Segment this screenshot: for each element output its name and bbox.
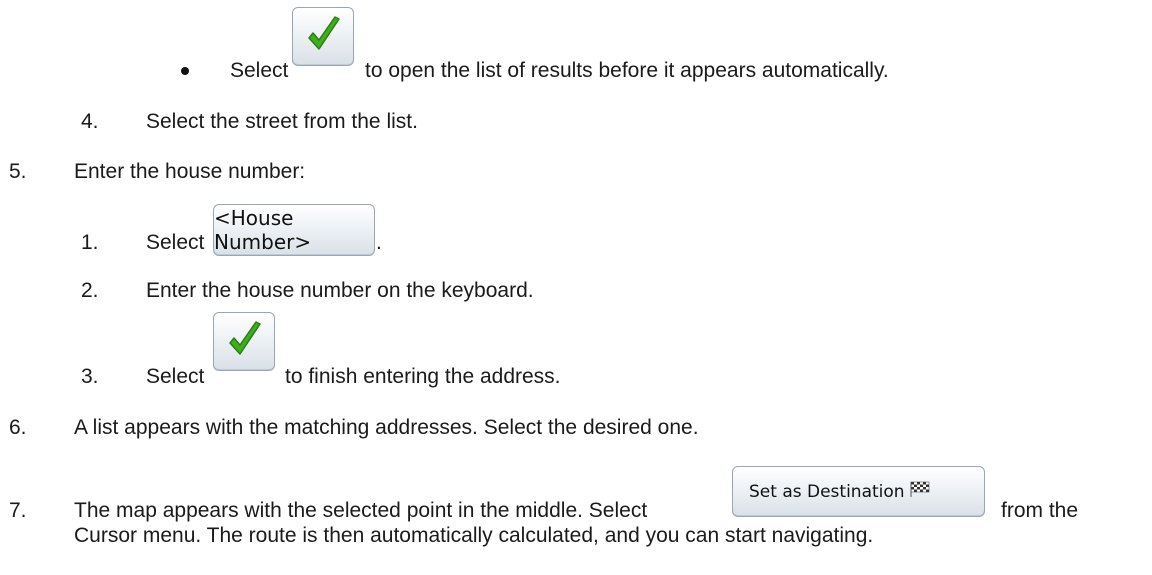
step-4-number: 4. — [81, 110, 99, 133]
house-number-button-image: <House Number> — [213, 204, 375, 256]
select-text: Select — [230, 59, 289, 82]
checkmark-button-image — [292, 7, 354, 66]
step-6-number: 6. — [9, 416, 27, 439]
substep-3-suffix-text: to finish entering the address. — [285, 365, 561, 388]
substep-2-number: 2. — [81, 279, 99, 302]
substep-3-number: 3. — [81, 365, 99, 388]
step-4-text: Select the street from the list. — [146, 110, 418, 133]
step-7-line2-text: Cursor menu. The route is then automatic… — [74, 524, 874, 547]
set-as-destination-button-image: Set as Destination — [732, 466, 985, 517]
set-as-destination-label: Set as Destination — [749, 481, 905, 502]
checkmark-icon — [229, 321, 261, 355]
substep-1-select-text: Select — [146, 231, 205, 254]
step-7-number: 7. — [9, 499, 27, 522]
checkmark-icon — [308, 16, 340, 50]
substep-3-select-text: Select — [146, 365, 205, 388]
substep-1-period: . — [376, 231, 382, 254]
checkered-flag-icon — [910, 481, 929, 497]
step-5-text: Enter the house number: — [74, 160, 306, 183]
substep-1-number: 1. — [81, 231, 99, 254]
bullet-marker — [181, 67, 189, 75]
step-5-number: 5. — [9, 160, 27, 183]
step-7-line1-text: The map appears with the selected point … — [74, 499, 648, 522]
step-6-text: A list appears with the matching address… — [74, 416, 699, 439]
checkmark-button-image-2 — [213, 312, 275, 371]
bullet-suffix-text: to open the list of results before it ap… — [365, 59, 889, 82]
step-7-line1-suffix: from the — [1001, 499, 1079, 522]
substep-2-text: Enter the house number on the keyboard. — [146, 279, 534, 302]
